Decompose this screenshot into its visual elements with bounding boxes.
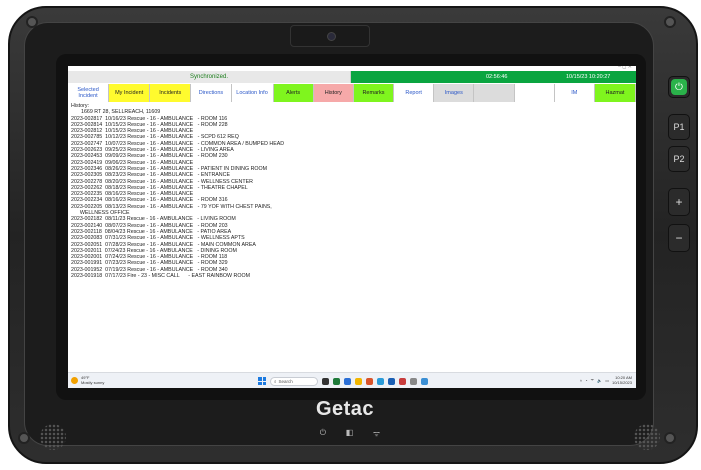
screw-top-left (26, 16, 38, 28)
tab-location-info[interactable]: Location Info (231, 84, 274, 102)
status-bar: Synchronized. 02:56:46 10/15/23 10:20:27 (68, 71, 636, 83)
tab-selected-incident[interactable]: Selected Incident (68, 84, 110, 102)
camera-icon (327, 32, 336, 41)
volume-down-button[interactable]: − (668, 224, 690, 252)
taskbar-app-icon[interactable] (377, 377, 384, 385)
volume-icon[interactable]: 🔈 (597, 378, 602, 383)
power-button[interactable]: ⏻ (668, 76, 690, 98)
taskbar-date: 10/15/2023 (611, 380, 632, 385)
screw-bottom-right (664, 432, 676, 444)
windows-taskbar: 49°F Mostly sunny ⌕ Search ˄ ◔ ᯤ 🔈 ▭ 10:… (68, 372, 636, 388)
sync-status: Synchronized. (68, 71, 351, 83)
windows-start-icon[interactable] (258, 377, 266, 385)
tab-report[interactable]: Report (394, 84, 435, 102)
search-placeholder: Search (278, 378, 293, 384)
screw-top-right (664, 16, 676, 28)
p2-button[interactable]: P2 (668, 146, 690, 172)
sun-icon (71, 376, 78, 384)
tab-hazmat[interactable]: Hazmat (594, 84, 636, 102)
taskbar-app-icon[interactable] (388, 377, 395, 385)
volume-up-button[interactable]: + (668, 188, 690, 216)
current-datetime: 10/15/23 10:20:27 (566, 74, 611, 80)
tab-incidents[interactable]: Incidents (150, 84, 192, 102)
taskbar-app-icon[interactable] (399, 377, 406, 385)
history-panel: History: 1669 RT 28, SELLREACH, 11609 2023… (71, 103, 631, 371)
taskbar-app-icon[interactable] (410, 377, 417, 385)
chevron-up-icon[interactable]: ˄ (580, 378, 582, 383)
taskbar-app-icon[interactable] (322, 377, 329, 385)
tab-blank-10[interactable] (474, 84, 515, 102)
wifi-icon[interactable]: ᯤ (373, 428, 380, 440)
tab-images[interactable]: Images (434, 84, 475, 102)
taskbar-center: ⌕ Search (258, 376, 428, 386)
p1-button[interactable]: P1 (668, 114, 690, 140)
weather-desc: Mostly sunny (81, 380, 105, 385)
tab-alerts[interactable]: Alerts (273, 84, 314, 102)
battery-icon[interactable]: ▭ (605, 378, 609, 383)
status-clock-panel: 02:56:46 10/15/23 10:20:27 (351, 71, 636, 83)
screw-bottom-left (18, 432, 30, 444)
taskbar-app-icon[interactable] (355, 377, 362, 385)
window-controls[interactable]: – ◻ ✕ (618, 66, 632, 70)
tab-directions[interactable]: Directions (191, 84, 232, 102)
power-icon: ⏻ (671, 79, 687, 95)
tab-history[interactable]: History (313, 84, 354, 102)
bottom-hardware-buttons: ⏻ ◧ ᯤ (310, 428, 390, 440)
taskbar-search[interactable]: ⌕ Search (270, 376, 318, 386)
speaker-grille-left (40, 424, 66, 450)
system-tray: ˄ ◔ ᯤ 🔈 ▭ 10:20 AM 10/15/2023 (580, 375, 632, 385)
screen-toggle-icon[interactable]: ◧ (346, 428, 354, 440)
taskbar-clock[interactable]: 10:20 AM 10/15/2023 (612, 375, 632, 385)
taskbar-app-icon[interactable] (366, 377, 373, 385)
tab-bar: Selected Incident My Incident Incidents Dir… (68, 84, 636, 102)
tab-remarks[interactable]: Remarks (353, 84, 395, 102)
history-entry: 2023-001918 07/17/23 Fire - 23 - MISC CA… (71, 273, 250, 280)
elapsed-time: 02:56:46 (486, 74, 508, 80)
getac-logo: Getac (315, 398, 375, 420)
weather-widget[interactable]: 49°F Mostly sunny (71, 375, 104, 385)
network-icon[interactable]: ◔ (585, 378, 587, 383)
speaker-grille-right (634, 424, 660, 450)
tab-blank-11[interactable] (514, 84, 555, 102)
taskbar-app-icon[interactable] (421, 377, 428, 385)
camera-housing (290, 25, 370, 47)
search-icon: ⌕ (274, 378, 277, 384)
taskbar-app-icon[interactable] (333, 377, 340, 385)
screen: – ◻ ✕ Synchronized. 02:56:46 10/15/23 10… (68, 66, 636, 388)
power-icon[interactable]: ⏻ (320, 428, 326, 440)
tab-im[interactable]: IM (554, 84, 595, 102)
wifi-icon[interactable]: ᯤ (591, 377, 595, 383)
taskbar-app-icon[interactable] (344, 377, 351, 385)
tab-my-incident[interactable]: My Incident (109, 84, 151, 102)
